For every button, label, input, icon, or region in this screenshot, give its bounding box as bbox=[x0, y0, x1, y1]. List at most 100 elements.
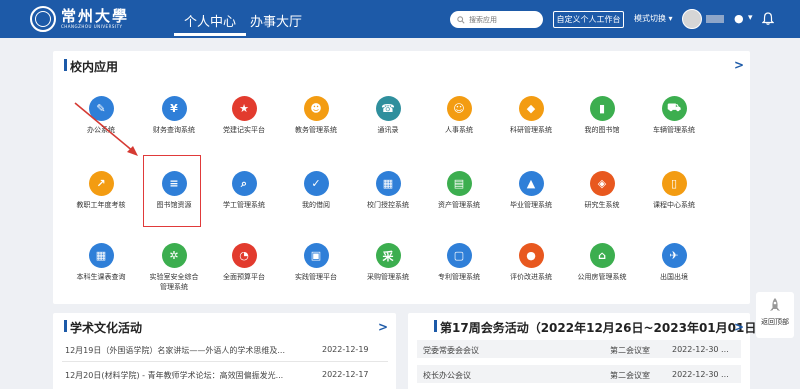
app-label: 财务查询系统 bbox=[153, 126, 195, 134]
university-logo[interactable]: 常州大學 CHANGZHOU UNIVERSITY bbox=[30, 6, 129, 32]
app-label: 我的图书馆 bbox=[584, 126, 620, 134]
list-item[interactable]: 12月20日(材料学院) - 青年教师学术论坛：高效固偏振发光... bbox=[65, 370, 283, 381]
cube-icon: ◆ bbox=[518, 96, 544, 121]
back-to-top-button[interactable]: 返回顶部 bbox=[756, 292, 794, 338]
app-label: 学工管理系统 bbox=[223, 201, 265, 209]
app-tile[interactable]: ✲ 实验室安全综合管理系统 bbox=[134, 243, 214, 292]
app-label: 课程中心系统 bbox=[653, 201, 695, 209]
weekly-meetings-more-link[interactable]: > bbox=[734, 320, 744, 334]
app-label: 资产管理系统 bbox=[438, 201, 480, 209]
app-tile[interactable]: ✓ 我的借阅 bbox=[276, 171, 356, 210]
list-item-date: 2022-12-19 bbox=[322, 345, 369, 354]
cai-char-icon: 采 bbox=[375, 243, 401, 268]
app-tile[interactable]: ▮ 我的图书馆 bbox=[562, 96, 642, 135]
tab-service-hall[interactable]: 办事大厅 bbox=[250, 11, 302, 30]
app-tile[interactable]: ▦ 校门授控系统 bbox=[348, 171, 428, 210]
contacts-icon: ☎ bbox=[375, 96, 401, 121]
building-icon: ▦ bbox=[375, 171, 401, 196]
meeting-room: 第二会议室 bbox=[610, 371, 650, 380]
red-arrow-annotation bbox=[74, 102, 138, 156]
list-item[interactable]: 12月19日（外国语学院）名家讲坛——外语人的学术思维及... bbox=[65, 345, 285, 356]
customize-workbench-button[interactable]: 自定义个人工作台 bbox=[553, 11, 624, 28]
app-tile[interactable]: 采采购管理系统 bbox=[348, 243, 428, 282]
app-tile[interactable]: ☺ 人事系统 bbox=[419, 96, 499, 135]
app-tile[interactable]: ● 评价改进系统 bbox=[491, 243, 571, 282]
app-label: 教务管理系统 bbox=[295, 126, 337, 134]
spreadsheet-icon: ▤ bbox=[446, 171, 472, 196]
university-seal-icon bbox=[30, 6, 56, 32]
house-icon: ⌂ bbox=[589, 243, 615, 268]
app-tile[interactable]: ▦ 本科生课表查询 bbox=[61, 243, 141, 282]
app-label: 实践管理平台 bbox=[295, 273, 337, 281]
avatar[interactable] bbox=[682, 9, 702, 29]
app-label: 党建记实平台 bbox=[223, 126, 265, 134]
app-tile[interactable]: ▯ 课程中心系统 bbox=[634, 171, 714, 210]
graduation-cap-icon: ▲ bbox=[518, 171, 544, 196]
campus-apps-more-link[interactable]: > bbox=[734, 58, 744, 72]
app-tile[interactable]: ◆ 科研管理系统 bbox=[491, 96, 571, 135]
app-tile[interactable]: ⌂ 公用房管理系统 bbox=[562, 243, 642, 282]
app-label: 通讯录 bbox=[377, 126, 399, 134]
bell-icon[interactable] bbox=[762, 12, 774, 25]
pie-chart-icon: ◔ bbox=[231, 243, 257, 268]
app-tile[interactable]: ▢ 专利管理系统 bbox=[419, 243, 499, 282]
app-label: 车辆管理系统 bbox=[653, 126, 695, 134]
info-icon[interactable]: ● bbox=[734, 12, 744, 25]
star-icon: ★ bbox=[231, 96, 257, 121]
search-box[interactable] bbox=[450, 11, 543, 28]
academic-culture-title: 学术文化活动 bbox=[63, 320, 143, 335]
layers-icon: ◈ bbox=[589, 171, 615, 196]
logo-chinese-name: 常州大學 bbox=[61, 7, 130, 25]
search-input[interactable] bbox=[469, 15, 539, 24]
chevron-down-icon: ▾ bbox=[666, 14, 673, 23]
app-label: 评价改进系统 bbox=[510, 273, 552, 281]
car-icon: ⛟ bbox=[661, 96, 687, 121]
app-label: 公用房管理系统 bbox=[577, 273, 627, 281]
app-tile[interactable]: ▲ 毕业管理系统 bbox=[491, 171, 571, 210]
people-icon: ☻ bbox=[303, 96, 329, 121]
app-tile[interactable]: ⌕ 学工管理系统 bbox=[204, 171, 284, 210]
app-tile[interactable]: ▣ 实践管理平台 bbox=[276, 243, 356, 282]
app-tile[interactable]: ☻ 教务管理系统 bbox=[276, 96, 356, 135]
tab-personal-center[interactable]: 个人中心 bbox=[173, 11, 247, 36]
highlight-box bbox=[143, 155, 201, 227]
app-label: 出国出境 bbox=[660, 273, 688, 281]
app-tile[interactable]: ▤ 资产管理系统 bbox=[419, 171, 499, 210]
app-tile[interactable]: ⛟ 车辆管理系统 bbox=[634, 96, 714, 135]
meeting-name: 校长办公会议 bbox=[423, 371, 471, 380]
app-tile[interactable]: ↗ 教职工年度考核 bbox=[61, 171, 141, 210]
top-header: 常州大學 CHANGZHOU UNIVERSITY 个人中心 办事大厅 自定义个… bbox=[0, 0, 800, 38]
username-blurred[interactable] bbox=[706, 15, 724, 23]
search-icon bbox=[457, 15, 465, 24]
logo-english-name: CHANGZHOU UNIVERSITY bbox=[61, 24, 123, 29]
staff-icon: ☺ bbox=[446, 96, 472, 121]
id-card-icon: ▣ bbox=[303, 243, 329, 268]
patent-icon: ▢ bbox=[446, 243, 472, 268]
book-open-icon: ▯ bbox=[661, 171, 687, 196]
app-tile[interactable]: ◔ 全面预算平台 bbox=[204, 243, 284, 282]
passport-icon: ✈ bbox=[661, 243, 687, 268]
app-tile[interactable]: ✈ 出国出境 bbox=[634, 243, 714, 282]
app-label: 全面预算平台 bbox=[223, 273, 265, 281]
rocket-icon bbox=[770, 298, 780, 311]
app-tile[interactable]: ★ 党建记实平台 bbox=[204, 96, 284, 135]
app-label: 科研管理系统 bbox=[510, 126, 552, 134]
chart-up-icon: ↗ bbox=[88, 171, 114, 196]
meeting-date: 2022-12-30 ... bbox=[672, 345, 729, 354]
meeting-date: 2022-12-30 ... bbox=[672, 370, 729, 379]
academic-culture-more-link[interactable]: > bbox=[378, 320, 388, 334]
app-tile[interactable]: ☎ 通讯录 bbox=[348, 96, 428, 135]
app-label: 采购管理系统 bbox=[367, 273, 409, 281]
chevron-down-icon[interactable]: ▾ bbox=[748, 13, 753, 23]
molecule-icon: ✲ bbox=[161, 243, 187, 268]
app-tile[interactable]: ◈ 研究生系统 bbox=[562, 171, 642, 210]
mode-switch-dropdown[interactable]: 模式切换 ▾ bbox=[634, 13, 673, 24]
location-pin-icon: ● bbox=[518, 243, 544, 268]
back-to-top-label: 返回顶部 bbox=[761, 318, 789, 326]
meeting-name: 党委常委会会议 bbox=[423, 346, 479, 355]
app-label: 校门授控系统 bbox=[367, 201, 409, 209]
mode-switch-label: 模式切换 bbox=[634, 14, 666, 23]
app-label: 人事系统 bbox=[445, 126, 473, 134]
app-tile[interactable]: ¥ 财务查询系统 bbox=[134, 96, 214, 135]
money-bag-icon: ¥ bbox=[161, 96, 187, 121]
